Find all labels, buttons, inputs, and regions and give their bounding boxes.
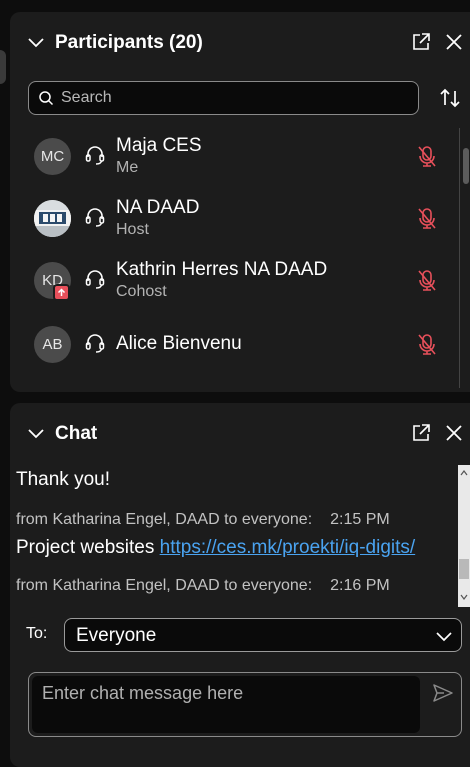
participants-header: Participants (20) bbox=[10, 12, 470, 72]
chat-title: Chat bbox=[55, 423, 98, 444]
recipient-value: Everyone bbox=[76, 625, 157, 646]
chat-sender: from Katharina Engel, DAAD to everyone: bbox=[16, 577, 313, 594]
muted-mic-icon[interactable] bbox=[416, 269, 438, 293]
chat-panel: Chat Thank you! from Katharina Engel, DA… bbox=[10, 403, 470, 767]
sort-icon[interactable] bbox=[438, 86, 462, 110]
chat-input-box bbox=[28, 672, 462, 737]
participant-row[interactable]: MC Maja CES Me bbox=[10, 126, 460, 188]
chat-message-body: Project websites bbox=[16, 537, 160, 558]
avatar-photo bbox=[34, 200, 71, 237]
to-label: To: bbox=[26, 625, 48, 642]
muted-mic-icon[interactable] bbox=[416, 333, 438, 357]
left-edge-tab bbox=[0, 50, 6, 84]
avatar bbox=[34, 200, 71, 237]
search-icon bbox=[39, 91, 54, 106]
chevron-down-icon bbox=[436, 632, 452, 642]
popout-icon[interactable] bbox=[410, 31, 432, 53]
avatar: MC bbox=[34, 138, 71, 175]
participant-row[interactable]: AB Alice Bienvenu bbox=[10, 312, 460, 374]
popout-icon[interactable] bbox=[410, 422, 432, 444]
participant-row[interactable]: KD Kathrin Herres NA DAAD Cohost bbox=[10, 250, 460, 312]
chat-sender: from Katharina Engel, DAAD to everyone: bbox=[16, 511, 313, 528]
screen-share-icon bbox=[53, 284, 70, 301]
participant-role: Host bbox=[116, 221, 149, 238]
search-box[interactable] bbox=[28, 81, 419, 115]
chat-header: Chat bbox=[10, 403, 470, 463]
muted-mic-icon[interactable] bbox=[416, 145, 438, 169]
chat-message-text: Thank you! bbox=[16, 469, 110, 490]
chat-message-link[interactable]: https://ces.mk/proekti/iq-digits/ bbox=[160, 537, 416, 558]
headset-icon bbox=[85, 334, 105, 353]
participant-name: Alice Bienvenu bbox=[116, 333, 242, 354]
participant-row[interactable]: NA DAAD Host bbox=[10, 188, 460, 250]
participants-title: Participants (20) bbox=[55, 32, 203, 53]
scroll-down-icon[interactable] bbox=[460, 593, 468, 601]
chat-message-list: Thank you! from Katharina Engel, DAAD to… bbox=[10, 461, 458, 607]
participants-panel: Participants (20) MC Maja CES Me bbox=[10, 12, 470, 392]
participant-role: Cohost bbox=[116, 283, 167, 300]
scroll-up-icon[interactable] bbox=[460, 469, 468, 477]
chevron-down-icon[interactable] bbox=[26, 32, 46, 52]
participant-name: NA DAAD bbox=[116, 197, 200, 218]
chat-time: 2:16 PM bbox=[330, 577, 390, 594]
close-icon[interactable] bbox=[443, 422, 465, 444]
muted-mic-icon[interactable] bbox=[416, 207, 438, 231]
headset-icon bbox=[85, 270, 105, 289]
chat-message-input[interactable] bbox=[32, 676, 420, 733]
chat-message-meta: from Katharina Engel, DAAD to everyone: 2… bbox=[16, 577, 390, 595]
participant-role: Me bbox=[116, 159, 139, 176]
chevron-down-icon[interactable] bbox=[26, 423, 46, 443]
scrollbar-thumb[interactable] bbox=[459, 559, 469, 579]
chat-message-link-cutoff[interactable] bbox=[16, 599, 346, 607]
send-icon[interactable] bbox=[432, 683, 454, 703]
headset-icon bbox=[85, 208, 105, 227]
participants-scrollbar[interactable] bbox=[459, 128, 470, 388]
headset-icon bbox=[85, 146, 105, 165]
search-input[interactable] bbox=[61, 86, 401, 110]
scrollbar-thumb[interactable] bbox=[463, 148, 469, 184]
close-icon[interactable] bbox=[443, 31, 465, 53]
participant-name: Kathrin Herres NA DAAD bbox=[116, 259, 328, 280]
participant-name: Maja CES bbox=[116, 135, 202, 156]
chat-message-text: Project websites https://ces.mk/proekti/… bbox=[16, 537, 415, 559]
avatar: AB bbox=[34, 326, 71, 363]
chat-scrollbar[interactable] bbox=[458, 465, 470, 607]
recipient-select[interactable]: Everyone bbox=[64, 618, 462, 652]
chat-message-meta: from Katharina Engel, DAAD to everyone: 2… bbox=[16, 511, 390, 529]
chat-time: 2:15 PM bbox=[330, 511, 390, 528]
